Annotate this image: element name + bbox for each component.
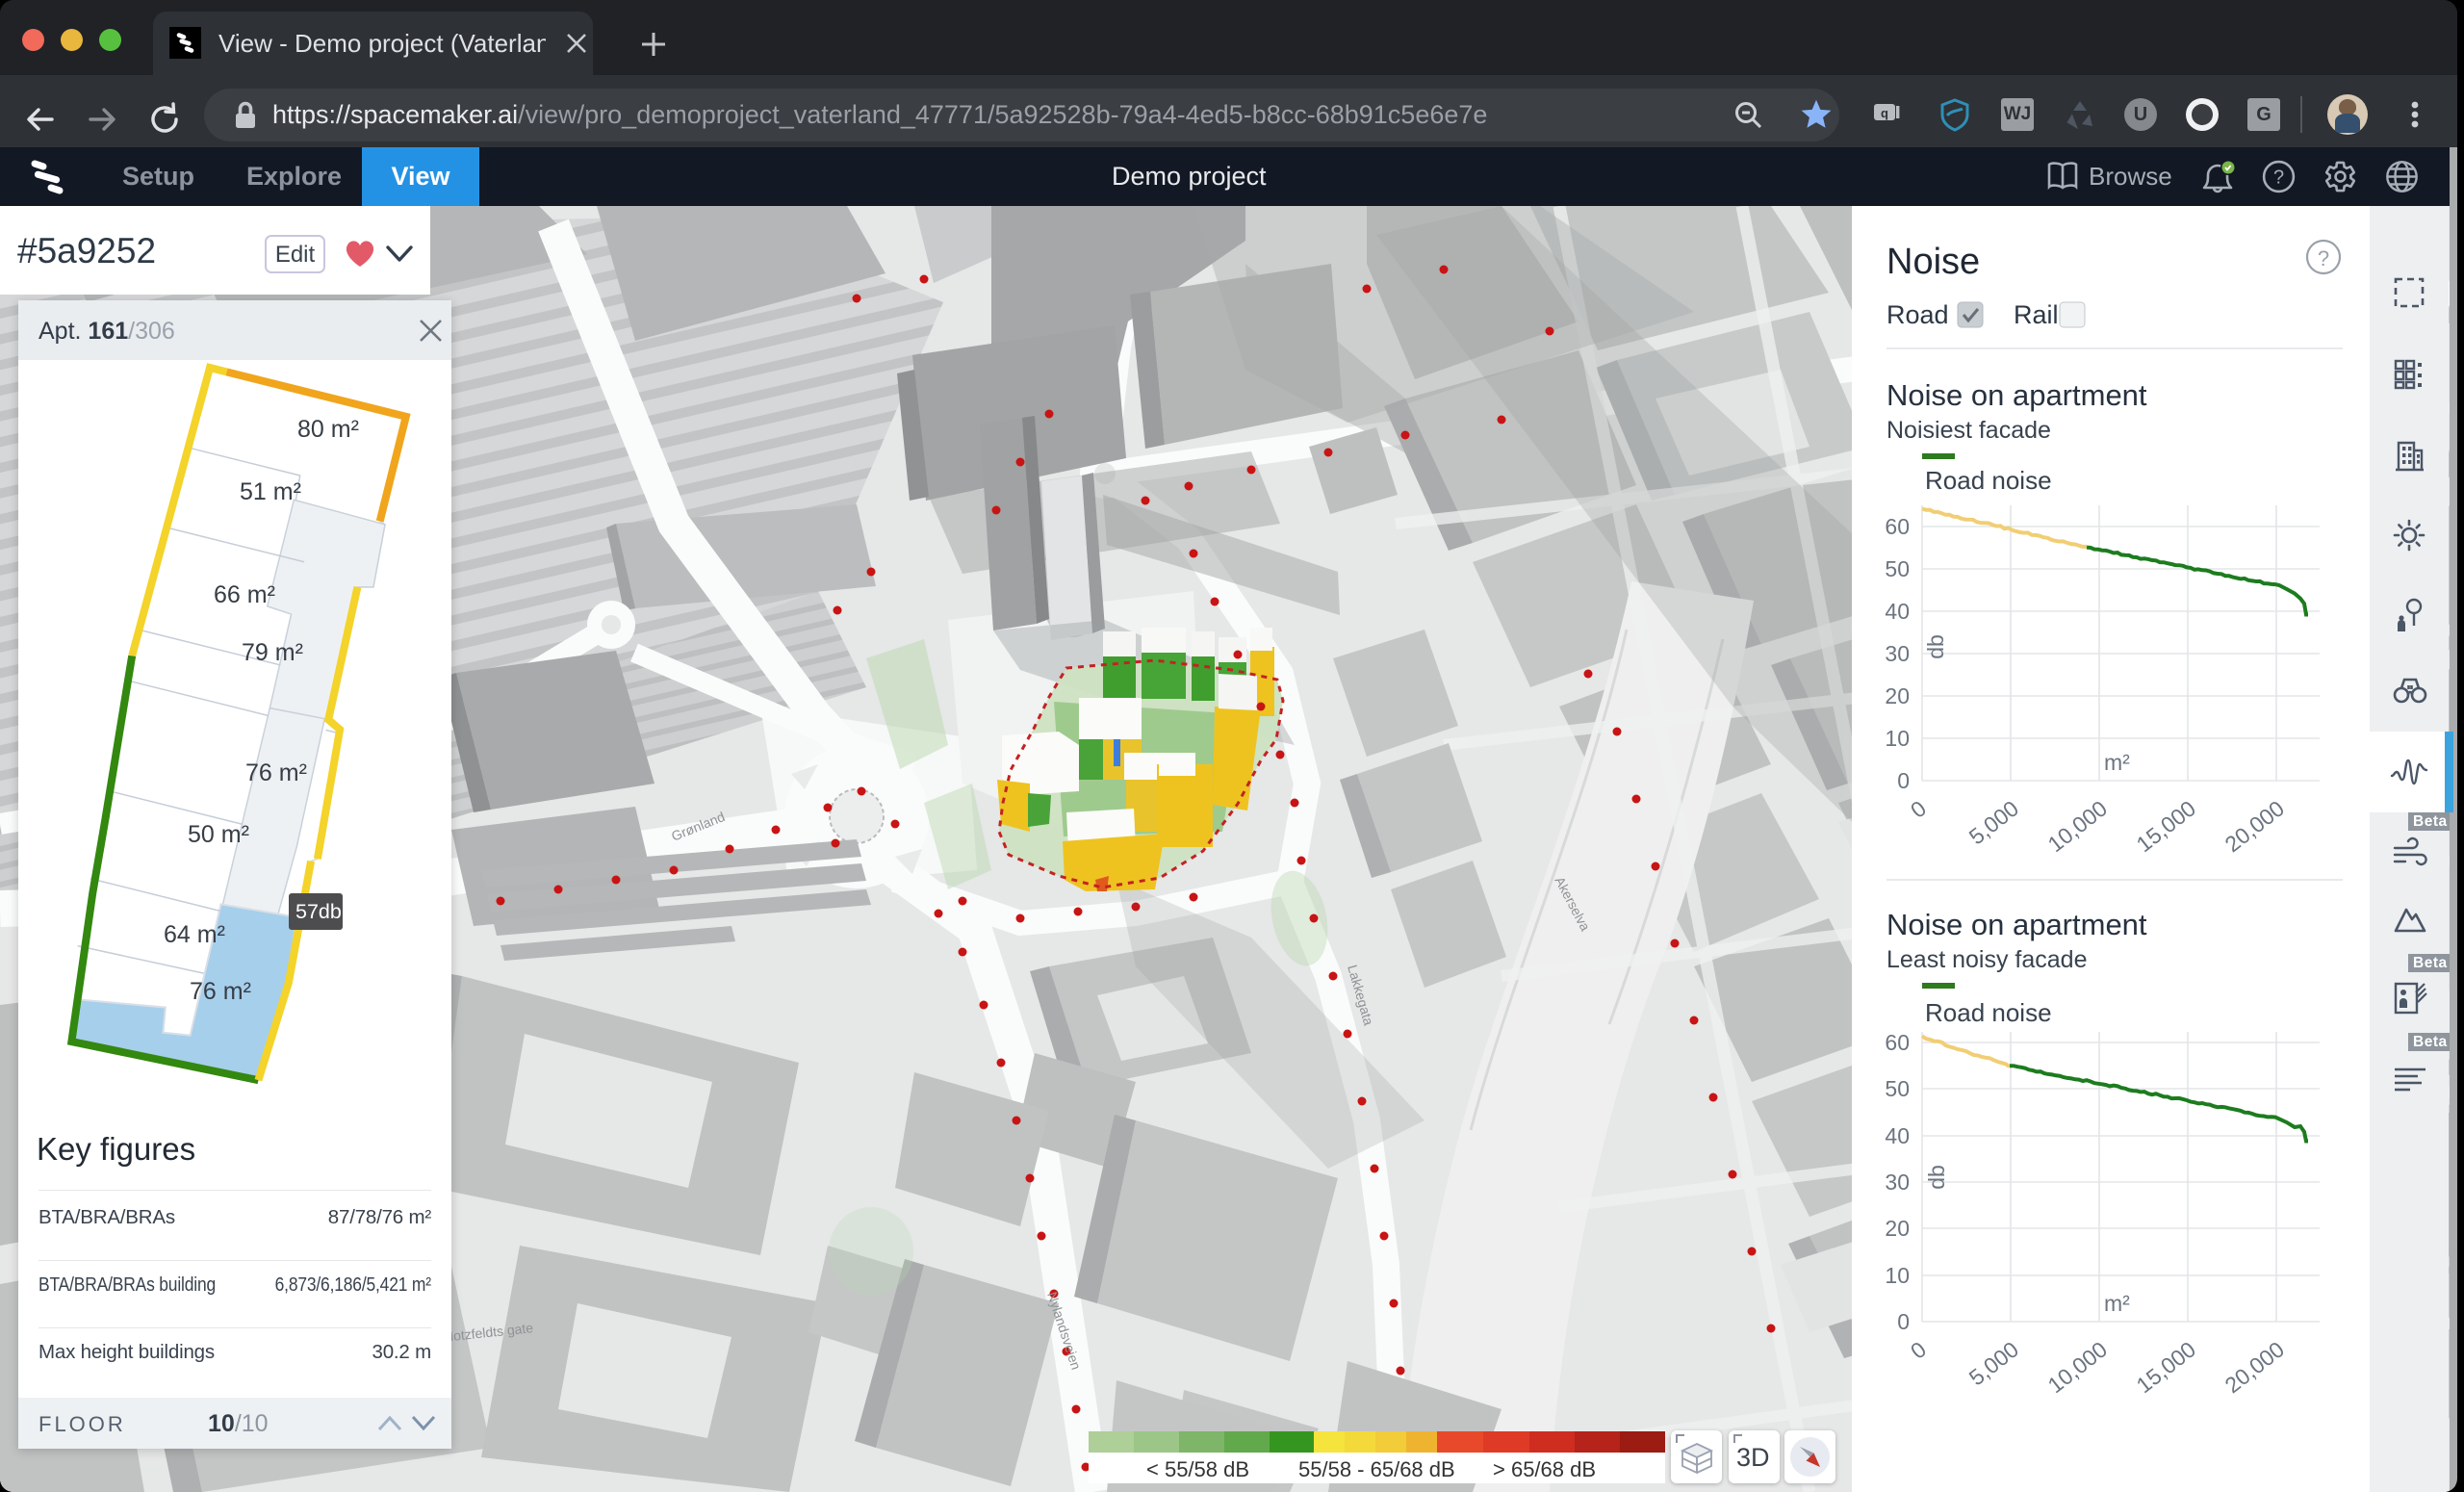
svg-text:Noise: Noise bbox=[1886, 242, 1980, 282]
svg-text:10,000: 10,000 bbox=[2043, 1336, 2112, 1398]
svg-text:40: 40 bbox=[1885, 1123, 1910, 1148]
svg-text:Road noise: Road noise bbox=[1925, 466, 2052, 495]
svg-text:30: 30 bbox=[1885, 641, 1910, 666]
svg-text:50: 50 bbox=[1885, 556, 1910, 581]
svg-text:40: 40 bbox=[1885, 599, 1910, 624]
svg-text:20: 20 bbox=[1885, 683, 1910, 708]
svg-text:64 m²: 64 m² bbox=[164, 921, 225, 948]
svg-text:0: 0 bbox=[1906, 795, 1931, 822]
svg-text:0: 0 bbox=[1897, 768, 1910, 793]
svg-text:80 m²: 80 m² bbox=[297, 416, 359, 443]
svg-text:50: 50 bbox=[1885, 1076, 1910, 1101]
svg-text:20: 20 bbox=[1885, 1216, 1910, 1241]
svg-text:5,000: 5,000 bbox=[1964, 795, 2023, 849]
svg-text:5,000: 5,000 bbox=[1964, 1336, 2023, 1390]
svg-text:m²: m² bbox=[2104, 1291, 2130, 1316]
svg-text:20,000: 20,000 bbox=[2220, 1336, 2289, 1398]
svg-text:Road: Road bbox=[1886, 300, 1949, 329]
svg-text:Noise on apartment: Noise on apartment bbox=[1886, 378, 2147, 412]
svg-text:10: 10 bbox=[1885, 1263, 1910, 1288]
svg-text:30: 30 bbox=[1885, 1170, 1910, 1195]
svg-text:79 m²: 79 m² bbox=[242, 639, 303, 666]
svg-text:60: 60 bbox=[1885, 1030, 1910, 1055]
svg-text:15,000: 15,000 bbox=[2132, 795, 2200, 857]
svg-text:db: db bbox=[1923, 634, 1948, 659]
svg-text:Noise on apartment: Noise on apartment bbox=[1886, 908, 2147, 941]
svg-text:Road noise: Road noise bbox=[1925, 998, 2052, 1027]
svg-text:Noisiest facade: Noisiest facade bbox=[1886, 417, 2051, 444]
svg-text:q: q bbox=[1881, 106, 1888, 120]
svg-text:?: ? bbox=[2273, 167, 2284, 189]
svg-text:Least noisy facade: Least noisy facade bbox=[1886, 946, 2087, 973]
svg-text:m²: m² bbox=[2104, 750, 2130, 775]
svg-text:0: 0 bbox=[1897, 1309, 1910, 1334]
svg-text:10,000: 10,000 bbox=[2043, 795, 2112, 857]
svg-text:76 m²: 76 m² bbox=[245, 759, 307, 786]
svg-text:10: 10 bbox=[1885, 726, 1910, 751]
svg-text:50 m²: 50 m² bbox=[188, 821, 249, 848]
svg-text:Rail: Rail bbox=[2014, 300, 2059, 329]
svg-text:60: 60 bbox=[1885, 514, 1910, 539]
svg-text:15,000: 15,000 bbox=[2132, 1336, 2200, 1398]
svg-text:20,000: 20,000 bbox=[2220, 795, 2289, 857]
svg-text:0: 0 bbox=[1906, 1336, 1931, 1363]
svg-text:51 m²: 51 m² bbox=[240, 478, 301, 505]
svg-text:db: db bbox=[1924, 1165, 1949, 1190]
svg-text:57db: 57db bbox=[295, 900, 342, 923]
svg-text:66 m²: 66 m² bbox=[214, 581, 275, 608]
svg-text:76 m²: 76 m² bbox=[190, 978, 251, 1005]
svg-text:?: ? bbox=[2318, 246, 2329, 270]
